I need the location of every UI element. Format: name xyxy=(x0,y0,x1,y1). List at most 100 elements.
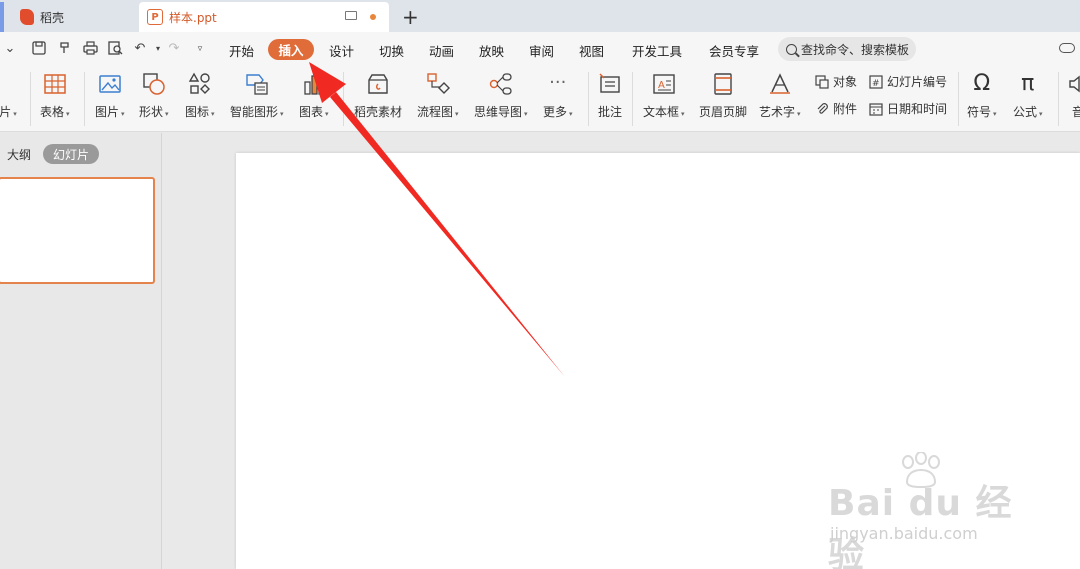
pi-icon: π xyxy=(1021,71,1035,96)
chart-button[interactable]: 图表 ▾ xyxy=(299,72,329,120)
slide-number-icon: # xyxy=(869,74,883,89)
mindmap-button[interactable]: 思维导图 ▾ xyxy=(474,72,528,120)
chevron-down-icon[interactable]: ⌄ xyxy=(2,41,18,57)
tab-outline[interactable]: 大纲 xyxy=(7,146,31,163)
table-label: 表格 xyxy=(40,105,65,119)
more-icon: ··· xyxy=(549,72,567,93)
menu-start[interactable]: 开始 xyxy=(229,41,254,60)
wordart-icon xyxy=(768,72,792,96)
tab-slides[interactable]: 幻灯片 xyxy=(43,144,99,164)
header-footer-button[interactable]: 页眉页脚 xyxy=(699,72,747,120)
docer-logo-icon xyxy=(20,9,34,25)
tab-docer-label: 稻壳 xyxy=(40,10,65,25)
textbox-icon: A xyxy=(652,72,676,96)
audio-button[interactable]: 音 xyxy=(1066,72,1080,120)
ppt-file-icon: P xyxy=(147,9,163,25)
comment-button[interactable]: 批注 xyxy=(598,72,622,120)
calendar-icon xyxy=(869,102,883,116)
symbol-label: 符号 xyxy=(967,105,992,119)
menu-insert[interactable]: 插入 xyxy=(268,39,314,60)
divider xyxy=(84,72,85,126)
chart-label: 图表 xyxy=(299,105,324,119)
table-icon xyxy=(43,72,67,96)
icon-button[interactable]: 图标 ▾ xyxy=(185,72,215,120)
tab-document[interactable]: P 样本.ppt xyxy=(139,2,389,32)
monitor-icon[interactable] xyxy=(345,11,357,20)
picture-label: 图片 xyxy=(95,105,120,119)
document-tab-bar: 稻壳 P 样本.ppt + xyxy=(0,0,1080,32)
unsaved-dot-icon xyxy=(370,14,376,20)
slide-number-button[interactable]: # 幻灯片编号 xyxy=(869,73,947,90)
datetime-label: 日期和时间 xyxy=(887,102,948,116)
redo-icon[interactable]: ↷ xyxy=(166,41,182,57)
divider xyxy=(958,72,959,126)
baidu-watermark: Bai du 经验 jingyan.baidu.com xyxy=(828,452,1028,569)
divider xyxy=(30,72,31,126)
menu-slideshow[interactable]: 放映 xyxy=(479,41,504,60)
tab-document-label: 样本.ppt xyxy=(169,10,217,25)
menu-transitions[interactable]: 切换 xyxy=(379,41,404,60)
textbox-button[interactable]: A 文本框 ▾ xyxy=(643,72,685,120)
object-button[interactable]: 对象 xyxy=(815,73,857,90)
more-label: 更多 xyxy=(543,105,568,119)
command-search[interactable]: 查找命令、搜索模板 xyxy=(778,37,916,61)
slides-panel: 大纲 幻灯片 xyxy=(0,133,162,569)
attachment-label: 附件 xyxy=(833,102,858,116)
formula-button[interactable]: π 公式 ▾ xyxy=(1013,72,1043,120)
more-button[interactable]: ··· 更多 ▾ xyxy=(543,72,573,120)
divider xyxy=(1058,72,1059,126)
shape-label: 形状 xyxy=(139,105,164,119)
format-painter-icon[interactable] xyxy=(57,41,73,57)
comment-icon xyxy=(598,72,622,96)
save-icon[interactable] xyxy=(31,41,47,57)
smart-graphic-button[interactable]: 智能图形 ▾ xyxy=(230,72,284,120)
print-preview-icon[interactable] xyxy=(107,41,123,57)
menu-animations[interactable]: 动画 xyxy=(429,41,454,60)
datetime-button[interactable]: 日期和时间 xyxy=(869,100,947,117)
chart-icon xyxy=(302,72,326,96)
menu-view[interactable]: 视图 xyxy=(579,41,604,60)
menu-developer[interactable]: 开发工具 xyxy=(632,41,682,60)
print-icon[interactable] xyxy=(82,41,98,57)
menu-member[interactable]: 会员专享 xyxy=(709,41,759,60)
new-tab-button[interactable]: + xyxy=(402,5,419,29)
paperclip-icon xyxy=(815,102,829,116)
undo-icon[interactable]: ↶ xyxy=(132,41,148,57)
new-slide-label: 片 xyxy=(0,105,12,119)
divider xyxy=(588,72,589,126)
divider xyxy=(343,72,344,126)
table-button[interactable]: 表格 ▾ xyxy=(40,72,70,120)
icon-label: 图标 xyxy=(185,105,210,119)
tab-docer[interactable]: 稻壳 xyxy=(0,2,136,32)
watermark-logo: Bai du 经验 xyxy=(828,483,1013,569)
header-footer-icon xyxy=(711,72,735,96)
picture-icon xyxy=(98,72,122,96)
wordart-button[interactable]: 艺术字 ▾ xyxy=(759,72,801,120)
header-footer-label: 页眉页脚 xyxy=(699,105,748,119)
divider xyxy=(632,72,633,126)
search-icon xyxy=(786,43,797,55)
menu-review[interactable]: 审阅 xyxy=(529,41,554,60)
flowchart-button[interactable]: 流程图 ▾ xyxy=(417,72,459,120)
new-slide-button[interactable]: 片 ▾ xyxy=(0,72,20,120)
docer-assets-label: 稻壳素材 xyxy=(354,105,403,119)
docer-assets-button[interactable]: 稻壳素材 xyxy=(354,72,402,120)
shape-button[interactable]: 形状 ▾ xyxy=(139,72,169,120)
picture-button[interactable]: 图片 ▾ xyxy=(95,72,125,120)
audio-label: 音 xyxy=(1071,105,1080,119)
textbox-label: 文本框 xyxy=(643,105,680,119)
object-label: 对象 xyxy=(833,75,858,89)
flowchart-label: 流程图 xyxy=(417,105,454,119)
attachment-button[interactable]: 附件 xyxy=(815,100,857,117)
slide-thumbnail[interactable] xyxy=(0,177,155,284)
customize-quick-access-icon[interactable]: ▿ xyxy=(192,41,208,57)
new-slide-icon xyxy=(0,72,20,96)
undo-dropdown-icon[interactable]: ▾ xyxy=(150,41,166,57)
menu-design[interactable]: 设计 xyxy=(329,41,354,60)
docer-assets-icon xyxy=(366,72,390,96)
symbol-button[interactable]: Ω 符号 ▾ xyxy=(967,72,997,120)
cloud-icon[interactable] xyxy=(1059,43,1075,53)
search-label: 查找命令、搜索模板 xyxy=(801,42,910,57)
insert-ribbon: 片 ▾ 表格 ▾ 图片 ▾ 形状 ▾ 图标 ▾ 智能图形 ▾ 图表 ▾ 稻壳素材… xyxy=(0,66,1080,132)
svg-text:#: # xyxy=(872,79,880,89)
